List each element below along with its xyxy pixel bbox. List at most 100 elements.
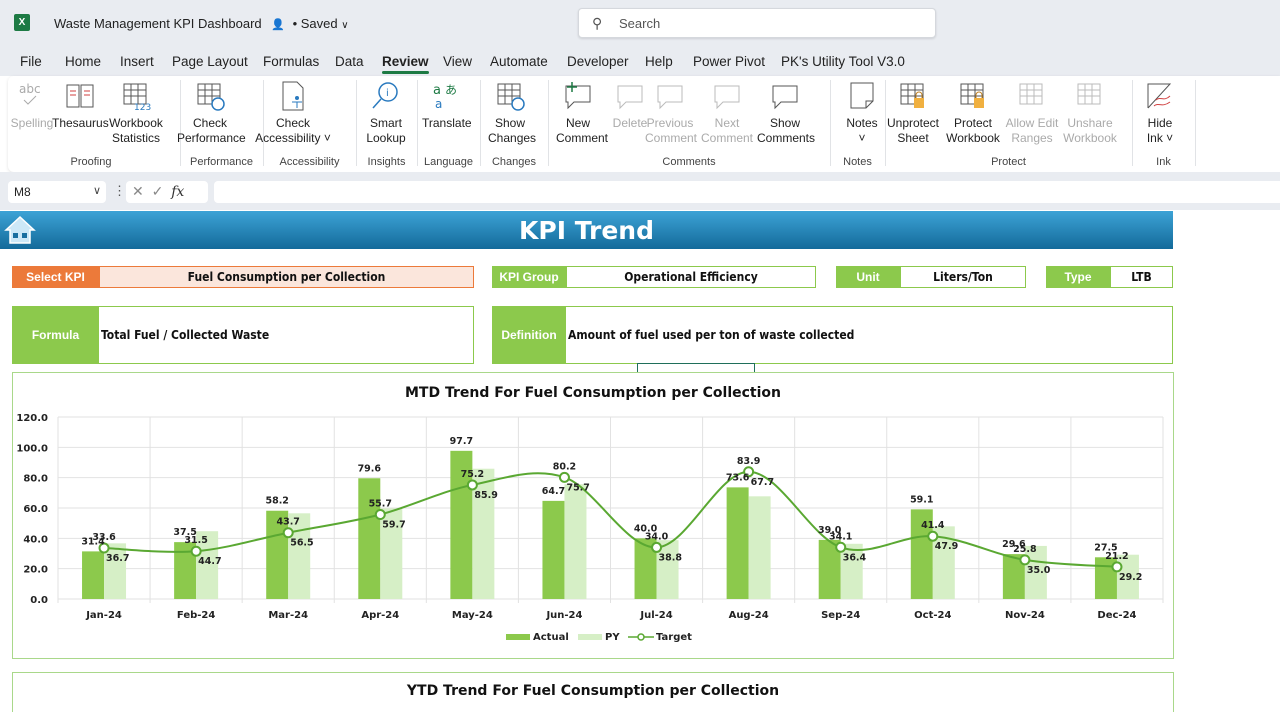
menu-tab-home[interactable]: Home	[65, 54, 101, 69]
allow-edit-ranges-button[interactable]: Allow Edit Ranges	[1003, 80, 1061, 146]
legend-actual-swatch	[506, 634, 530, 640]
enter-icon[interactable]: ✓	[152, 183, 164, 199]
spelling-button[interactable]: abc Spelling	[10, 80, 54, 131]
menu-tab-review[interactable]: Review	[382, 54, 429, 74]
svg-text:i: i	[386, 88, 389, 99]
show-changes-icon	[494, 80, 526, 112]
target-data-label: 80.2	[553, 461, 576, 472]
translate-button[interactable]: a あ a Translate	[422, 80, 472, 131]
py-bar	[748, 496, 771, 599]
check-performance-button[interactable]: Check Performance	[177, 80, 246, 146]
previous-comment-icon	[654, 80, 686, 112]
button-label-line2: Workbook	[946, 131, 1000, 145]
ribbon-separator	[1132, 80, 1133, 166]
menu-tab-developer[interactable]: Developer	[567, 54, 629, 69]
next-comment-button[interactable]: Next Comment	[699, 80, 755, 146]
search-box[interactable]: ⚲ Search	[578, 8, 936, 38]
kpi-group-value: Operational Efficiency	[566, 266, 816, 288]
button-label-line2: Workbook	[1063, 131, 1117, 145]
title-bar: X Waste Management KPI Dashboard 👤 • Sav…	[0, 0, 1280, 46]
x-tick-label: Apr-24	[361, 610, 399, 621]
insert-function-button[interactable]: fx	[171, 184, 184, 200]
translate-icon: aあa	[429, 80, 461, 112]
target-data-label: 75.2	[461, 469, 484, 480]
menu-tab-pk-s-utility-tool-v3-0[interactable]: PK's Utility Tool V3.0	[781, 54, 905, 69]
new-comment-button[interactable]: New Comment	[556, 80, 608, 146]
hide-ink-button[interactable]: Hide Ink ˅	[1141, 80, 1179, 146]
unprotect-sheet-icon	[897, 80, 929, 112]
actual-data-label: 79.6	[358, 463, 382, 474]
menu-tab-formulas[interactable]: Formulas	[263, 54, 319, 69]
py-data-label: 47.9	[935, 541, 958, 552]
button-label: Next	[714, 116, 740, 130]
select-kpi-dropdown[interactable]: Fuel Consumption per Collection	[99, 266, 474, 288]
unit-label: Unit	[836, 266, 900, 288]
actual-bar	[726, 487, 749, 599]
menu-tab-view[interactable]: View	[443, 54, 472, 69]
menu-bar: File Home Insert Page Layout Formulas Data Rev…	[0, 46, 1280, 76]
chevron-down-icon[interactable]: ∨	[341, 20, 348, 31]
show-comments-button[interactable]: Show Comments	[757, 80, 815, 146]
py-data-label: 36.7	[106, 553, 129, 564]
unprotect-sheet-button[interactable]: Unprotect Sheet	[884, 80, 942, 146]
x-tick-label: Oct-24	[914, 610, 951, 621]
menu-tab-help[interactable]: Help	[645, 54, 673, 69]
legend-actual-label: Actual	[533, 632, 569, 643]
button-label: Unprotect	[886, 116, 940, 130]
x-tick-label: Jan-24	[85, 610, 122, 621]
ribbon-separator	[356, 80, 357, 166]
check-accessibility-button[interactable]: Check Accessibility ˅	[255, 80, 331, 146]
smart-lookup-button[interactable]: i Smart Lookup	[364, 80, 408, 146]
ytd-trend-chart[interactable]: YTD Trend For Fuel Consumption per Colle…	[12, 672, 1174, 712]
show-changes-button[interactable]: Show Changes	[488, 80, 536, 146]
name-box-value: M8	[14, 185, 31, 199]
svg-text:a: a	[435, 97, 442, 111]
button-label-line2: Statistics	[111, 131, 160, 145]
document-title[interactable]: Waste Management KPI Dashboard 👤 • Saved…	[54, 16, 349, 31]
menu-tab-page-layout[interactable]: Page Layout	[172, 54, 248, 69]
delete-comment-button[interactable]: Delete	[610, 80, 650, 131]
button-label-line2: Accessibility ˅	[255, 131, 331, 145]
thesaurus-button[interactable]: Thesaurus	[52, 80, 109, 131]
target-marker	[1111, 561, 1123, 573]
chevron-down-icon[interactable]: ∨	[93, 184, 101, 197]
more-options-icon[interactable]: ⋮	[113, 183, 126, 199]
button-label: Delete	[612, 116, 648, 130]
cancel-icon[interactable]: ✕	[132, 183, 144, 199]
py-data-label: 44.7	[198, 556, 221, 567]
target-data-label: 41.4	[921, 520, 945, 531]
button-label-line2: Comment	[645, 131, 698, 145]
menu-tab-automate[interactable]: Automate	[490, 54, 548, 69]
ribbon: abc Spelling Thesaurus 123 Workbook Statistic…	[8, 76, 1280, 172]
hide-ink-icon	[1144, 80, 1176, 112]
ribbon-group-label: Insights	[367, 156, 406, 168]
actual-bar	[542, 500, 565, 599]
target-data-label: 21.2	[1105, 551, 1128, 562]
unshare-workbook-icon	[1074, 80, 1106, 112]
py-bar	[564, 484, 587, 599]
menu-tab-insert[interactable]: Insert	[120, 54, 154, 69]
menu-tab-data[interactable]: Data	[335, 54, 364, 69]
button-label: Spelling	[10, 116, 54, 130]
py-data-label: 56.5	[290, 538, 313, 549]
button-label: Thesaurus	[52, 116, 109, 130]
x-tick-label: Nov-24	[1005, 610, 1045, 621]
button-label: Translate	[422, 116, 472, 130]
workbook-statistics-button[interactable]: 123 Workbook Statistics	[108, 80, 164, 146]
unshare-workbook-button[interactable]: Unshare Workbook	[1061, 80, 1119, 146]
name-box[interactable]: M8 ∨	[8, 181, 106, 203]
mtd-trend-chart[interactable]: MTD Trend For Fuel Consumption per Colle…	[12, 372, 1174, 659]
formula-input[interactable]	[214, 181, 1280, 203]
x-tick-label: Feb-24	[177, 610, 215, 621]
target-data-label: 25.8	[1013, 544, 1037, 555]
menu-tab-file[interactable]: File	[20, 54, 42, 69]
notes-button[interactable]: Notes ˅	[842, 80, 882, 146]
search-icon: ⚲	[592, 15, 603, 31]
menu-tab-power-pivot[interactable]: Power Pivot	[693, 54, 765, 69]
protect-workbook-button[interactable]: Protect Workbook	[944, 80, 1002, 146]
button-label-line2: ˅	[858, 131, 866, 145]
ribbon-separator	[1195, 80, 1196, 166]
search-placeholder: Search	[619, 16, 661, 31]
ribbon-group-label: Performance	[190, 156, 253, 168]
previous-comment-button[interactable]: Previous Comment	[645, 80, 698, 146]
